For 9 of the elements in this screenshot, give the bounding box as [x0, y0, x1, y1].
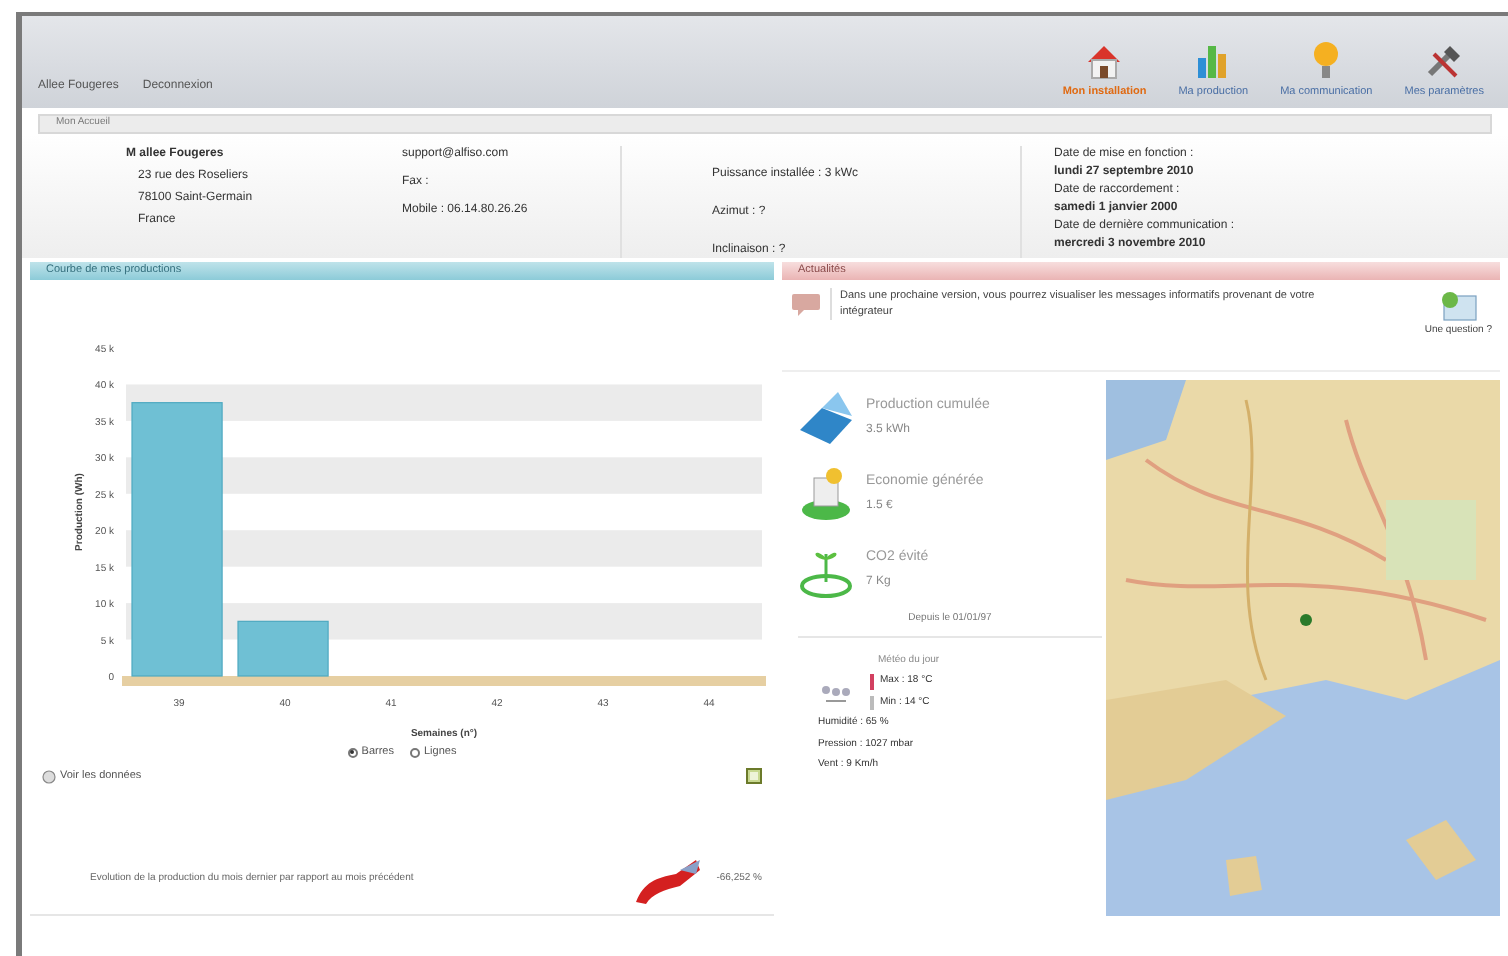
- bar: [237, 620, 329, 677]
- solar-panel-icon: [798, 390, 854, 446]
- magnifier-icon: [42, 769, 56, 784]
- radio-button[interactable]: [409, 747, 420, 758]
- coin-stack-icon: [798, 466, 854, 522]
- radio-button[interactable]: [347, 747, 358, 758]
- export-icon: [746, 768, 762, 785]
- envelope-icon: [1438, 288, 1479, 324]
- speech-bubble-icon: [790, 292, 822, 316]
